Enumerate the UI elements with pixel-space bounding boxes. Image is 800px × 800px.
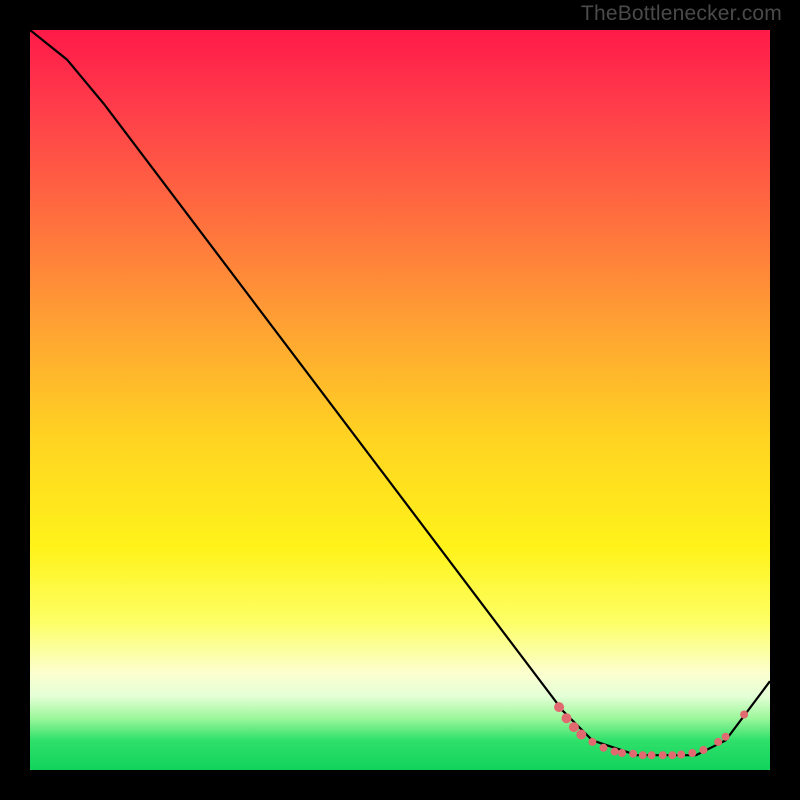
- data-marker: [722, 733, 730, 741]
- data-marker: [600, 744, 608, 752]
- plot-area: [30, 30, 770, 770]
- data-marker: [562, 713, 572, 723]
- chart-frame: TheBottlenecker.com: [0, 0, 800, 800]
- data-marker: [740, 711, 748, 719]
- watermark-text: TheBottlenecker.com: [581, 2, 782, 26]
- data-marker: [569, 722, 579, 732]
- data-marker: [699, 746, 707, 754]
- marker-group: [554, 702, 748, 759]
- data-marker: [659, 751, 667, 759]
- data-marker: [588, 738, 596, 746]
- data-marker: [629, 750, 637, 758]
- data-marker: [688, 749, 696, 757]
- data-marker: [677, 751, 685, 759]
- data-marker: [618, 749, 626, 757]
- data-marker: [576, 730, 586, 740]
- curve-path: [30, 30, 770, 755]
- data-marker: [554, 702, 564, 712]
- data-marker: [714, 738, 722, 746]
- data-marker: [611, 748, 619, 756]
- data-marker: [639, 751, 647, 759]
- chart-svg: [30, 30, 770, 770]
- data-marker: [648, 751, 656, 759]
- data-marker: [668, 751, 676, 759]
